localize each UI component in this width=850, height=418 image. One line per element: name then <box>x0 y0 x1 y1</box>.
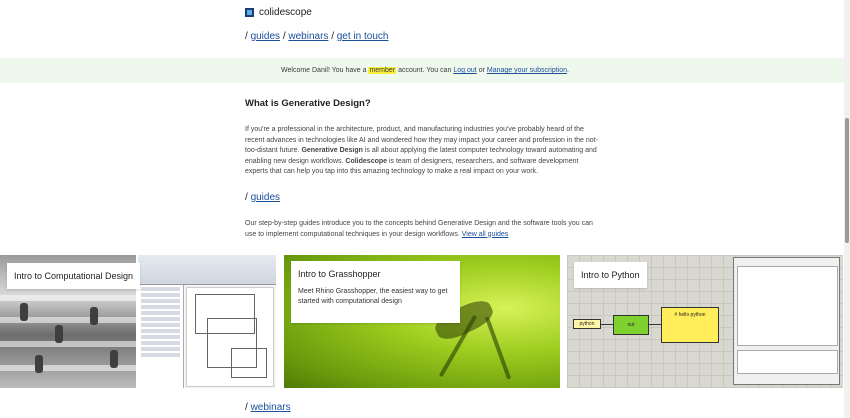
logo-icon <box>245 8 254 17</box>
about-paragraph: If you're a professional in the architec… <box>245 125 600 178</box>
guide-cards: Intro to Computational Design Intro to G… <box>0 255 850 388</box>
about-heading: What is Generative Design? <box>245 98 371 109</box>
nav-webinars-link[interactable]: webinars <box>288 31 328 42</box>
code-node: # hello python <box>661 307 719 343</box>
welcome-end: . <box>567 67 569 74</box>
card-grasshopper-label: Intro to Grasshopper Meet Rhino Grasshop… <box>291 261 460 323</box>
member-badge: member <box>368 67 397 74</box>
welcome-or: or <box>478 67 485 74</box>
card-computational-design-screenshot[interactable] <box>138 255 276 388</box>
python-editor-window <box>733 257 840 385</box>
card-grasshopper-title[interactable]: Intro to Grasshopper <box>298 269 453 279</box>
page-scrollbar[interactable] <box>844 0 850 418</box>
webinars-heading: / webinars <box>245 402 291 413</box>
card-grasshopper[interactable]: Intro to Grasshopper Meet Rhino Grasshop… <box>284 255 560 388</box>
logout-link[interactable]: Log out <box>453 67 476 74</box>
nav-slash: / <box>331 31 334 42</box>
card-computational-design-title[interactable]: Intro to Computational Design <box>7 263 141 289</box>
webinars-heading-link[interactable]: webinars <box>251 402 291 413</box>
manage-subscription-link[interactable]: Manage your subscription <box>487 67 567 74</box>
scrollbar-thumb[interactable] <box>845 118 849 243</box>
guides-heading-link[interactable]: guides <box>251 192 280 203</box>
card-python[interactable]: python out # hello python Intro to Pytho… <box>567 255 843 388</box>
about-bold-generative-design: Generative Design <box>301 147 363 154</box>
guides-slash: / <box>245 192 248 203</box>
nav-guides-link[interactable]: guides <box>251 31 280 42</box>
top-nav: / guides / webinars / get in touch <box>245 31 388 42</box>
guides-intro: Our step-by-step guides introduce you to… <box>245 219 600 240</box>
card-python-title[interactable]: Intro to Python <box>574 262 647 288</box>
nav-contact-link[interactable]: get in touch <box>337 31 389 42</box>
welcome-middle: account. You can <box>398 67 452 74</box>
view-all-guides-link[interactable]: View all guides <box>462 231 509 238</box>
webinars-slash: / <box>245 402 248 413</box>
about-bold-colidescope: Colidescope <box>345 157 388 165</box>
welcome-banner: Welcome Danil! You have a member account… <box>0 58 850 83</box>
guides-heading: / guides <box>245 192 280 203</box>
card-grasshopper-desc: Meet Rhino Grasshopper, the easiest way … <box>298 288 448 305</box>
welcome-prefix: Welcome Danil! You have a <box>281 67 367 74</box>
nav-slash: / <box>282 31 286 42</box>
logo-text: colidescope <box>259 7 312 18</box>
out-node: out <box>613 315 649 335</box>
python-node: python <box>573 319 601 329</box>
site-logo[interactable]: colidescope <box>245 7 312 18</box>
nav-slash: / <box>245 31 248 42</box>
guides-intro-text: Our step-by-step guides introduce you to… <box>245 220 593 238</box>
